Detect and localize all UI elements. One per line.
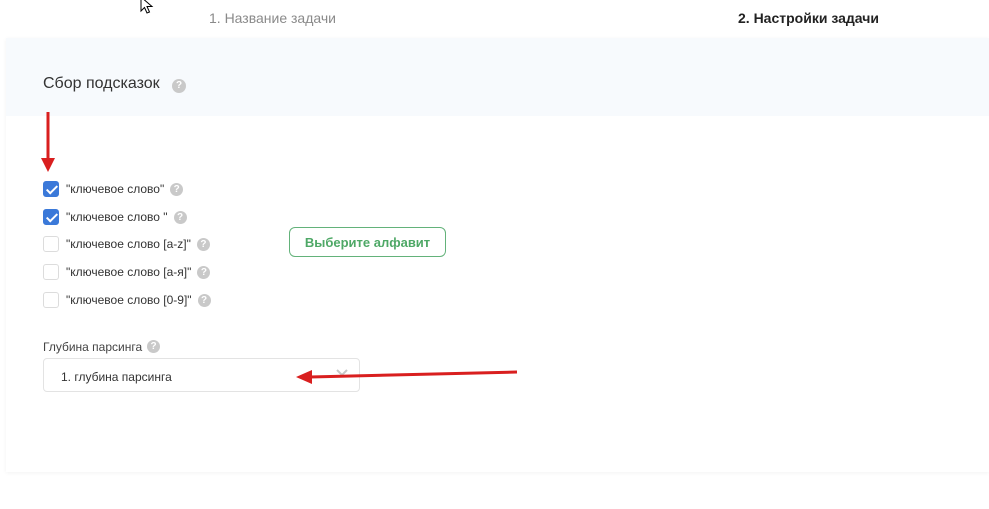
checkbox-keyword[interactable] [43, 181, 59, 197]
option-keyword-space[interactable]: "ключевое слово " ? [43, 208, 187, 226]
parse-depth-label: Глубина парсинга [43, 340, 143, 354]
option-keyword-latin[interactable]: "ключевое слово [a-z]" ? [43, 235, 210, 253]
checkbox-keyword-cyrillic[interactable] [43, 264, 59, 280]
checkbox-keyword-space[interactable] [43, 209, 59, 225]
task-settings-card: Сбор подсказок ? "ключевое слово" ? "клю… [6, 38, 989, 472]
parse-depth-select[interactable]: 1. глубина парсинга [43, 358, 360, 392]
option-label: "ключевое слово [а-я]" [66, 265, 192, 279]
checkbox-keyword-latin[interactable] [43, 236, 59, 252]
chevron-down-icon [336, 369, 348, 377]
step-task-name[interactable]: 1. Название задачи [209, 10, 336, 26]
section-title: Сбор подсказок [43, 75, 160, 92]
question-icon[interactable]: ? [147, 340, 160, 353]
option-label: "ключевое слово" [66, 182, 165, 196]
mouse-cursor-icon [140, 0, 154, 14]
option-label: "ключевое слово " [66, 210, 168, 224]
option-label: "ключевое слово [0-9]" [66, 293, 192, 307]
parse-depth-value: 1. глубина парсинга [61, 370, 172, 384]
question-icon[interactable]: ? [197, 265, 211, 279]
choose-alphabet-button[interactable]: Выберите алфавит [289, 227, 446, 257]
question-icon[interactable]: ? [170, 182, 184, 196]
checkbox-keyword-digits[interactable] [43, 292, 59, 308]
question-icon[interactable]: ? [196, 237, 210, 251]
option-keyword-digits[interactable]: "ключевое слово [0-9]" ? [43, 291, 211, 309]
question-icon[interactable]: ? [173, 210, 187, 224]
step-task-settings[interactable]: 2. Настройки задачи [738, 10, 879, 26]
question-icon[interactable]: ? [197, 293, 211, 307]
question-icon[interactable]: ? [172, 79, 186, 93]
option-label: "ключевое слово [a-z]" [66, 237, 191, 251]
option-keyword[interactable]: "ключевое слово" ? [43, 180, 184, 198]
option-keyword-cyrillic[interactable]: "ключевое слово [а-я]" ? [43, 263, 211, 281]
